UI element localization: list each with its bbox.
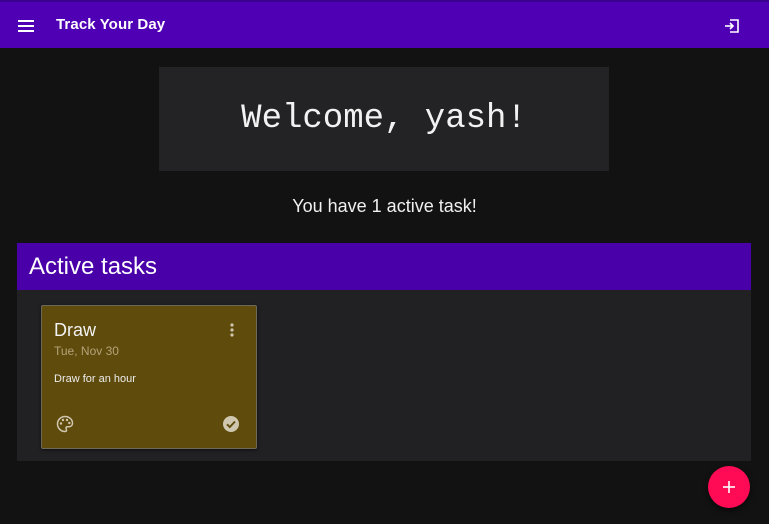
logout-icon [725,19,739,33]
app-bar: Track Your Day [0,0,769,48]
task-more-button[interactable] [222,320,242,340]
more-vert-icon [230,323,234,337]
active-tasks-section: Active tasks Draw Tue, Nov 30 Draw for a… [17,243,751,461]
add-task-button[interactable] [708,466,750,508]
app-title: Track Your Day [56,16,166,33]
menu-icon [18,20,34,32]
task-date: Tue, Nov 30 [54,344,119,358]
task-complete-button[interactable] [222,415,242,435]
task-card[interactable]: Draw Tue, Nov 30 Draw for an hour [41,305,257,449]
task-description: Draw for an hour [54,373,136,385]
palette-icon [56,415,74,433]
welcome-banner: Welcome, yash! [159,67,609,171]
logout-button[interactable] [718,12,746,40]
task-title: Draw [54,320,97,340]
active-task-summary: You have 1 active task! [292,196,477,216]
check-circle-icon [223,416,239,432]
welcome-text: Welcome, yash! [241,100,527,138]
task-color-button[interactable] [56,415,76,435]
active-tasks-title: Active tasks [29,252,158,280]
plus-icon [723,481,735,493]
menu-button[interactable] [12,12,40,40]
active-tasks-header: Active tasks [17,243,751,290]
